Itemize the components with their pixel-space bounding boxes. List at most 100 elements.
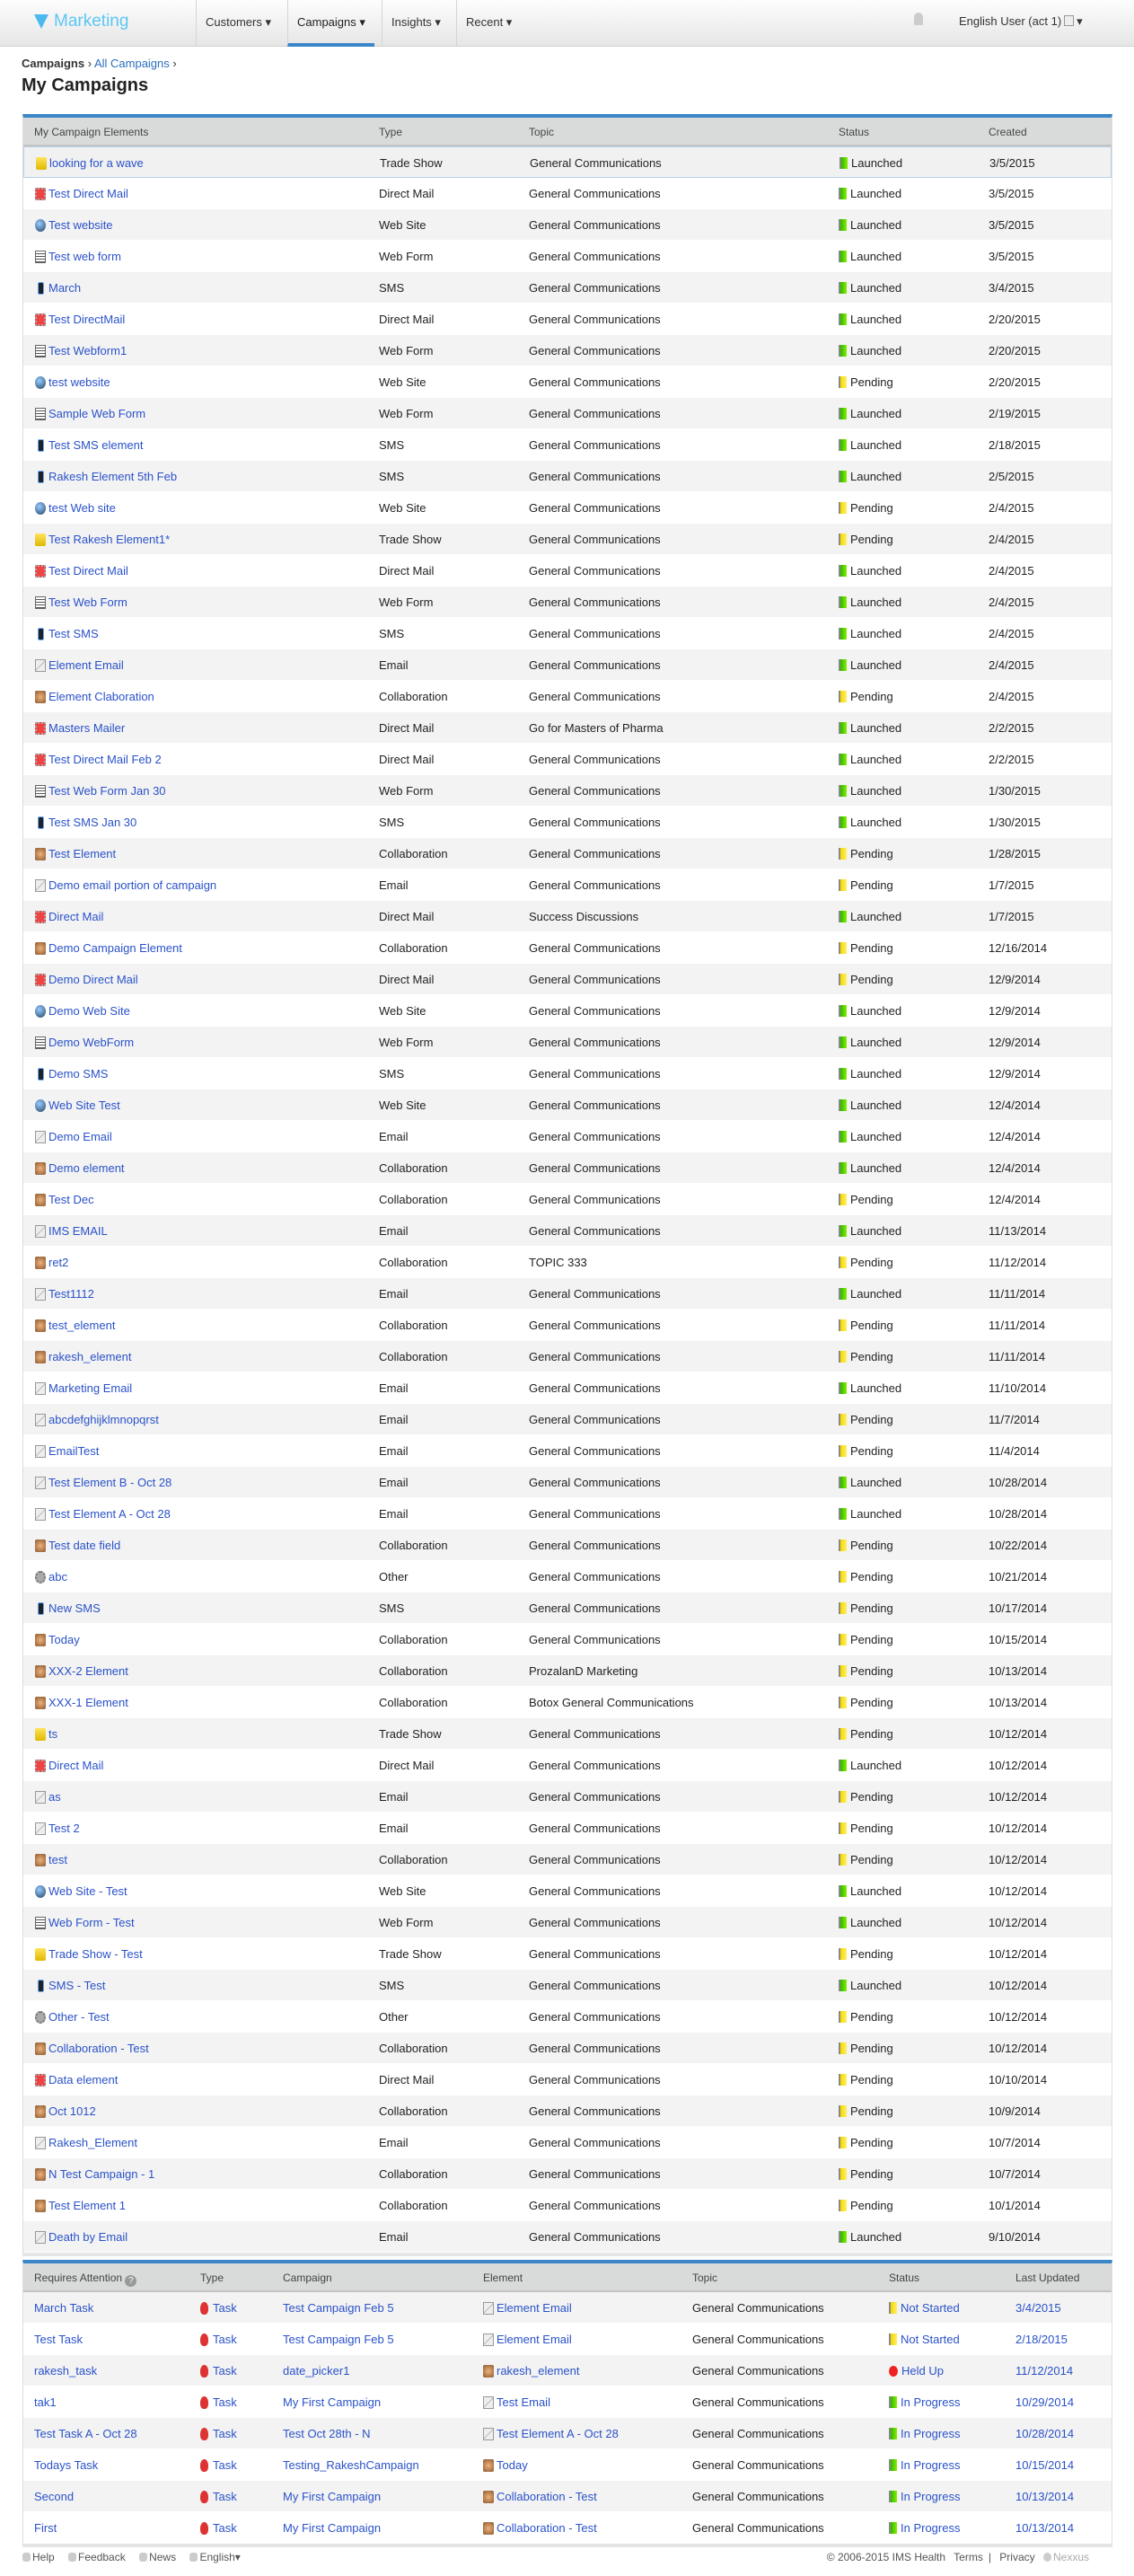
table-row[interactable]: Test website Web Site General Communicatio… (23, 209, 1112, 241)
campaign-link[interactable]: Test Campaign Feb 5 (283, 2324, 394, 2355)
table-row[interactable]: test Collaboration General Communications P… (23, 1844, 1112, 1875)
table-row[interactable]: Test 2 Email General Communications Pending… (23, 1813, 1112, 1844)
table-row[interactable]: Death by Email Email General Communication… (23, 2221, 1112, 2253)
table-row[interactable]: XXX-1 Element Collaboration Botox General … (23, 1687, 1112, 1718)
table-row[interactable]: Test Direct Mail Feb 2 Direct Mail General… (23, 744, 1112, 775)
element-link[interactable]: Rakesh Element 5th Feb (48, 470, 177, 483)
element-link[interactable]: Web Form - Test (48, 1916, 135, 1929)
privacy-link[interactable]: Privacy (999, 2551, 1034, 2563)
col-status-header[interactable]: Status (889, 2263, 919, 2292)
col-type-header[interactable]: Type (200, 2263, 224, 2292)
table-row[interactable]: Collaboration - Test Collaboration General… (23, 2033, 1112, 2064)
col-attention-header[interactable]: Requires Attention ? (34, 2263, 137, 2292)
table-row[interactable]: test Web site Web Site General Communicati… (23, 492, 1112, 524)
element-link[interactable]: test website (48, 375, 110, 389)
nav-customers[interactable]: Customers ▾ (196, 0, 280, 47)
col-updated-header[interactable]: Last Updated (1015, 2263, 1079, 2292)
table-row[interactable]: Test Webform1 Web Form General Communicati… (23, 335, 1112, 366)
table-row[interactable]: Rakesh Element 5th Feb SMS General Communi… (23, 461, 1112, 492)
table-row[interactable]: Demo WebForm Web Form General Communicatio… (23, 1027, 1112, 1058)
table-row[interactable]: Test SMS SMS General Communications Launche… (23, 618, 1112, 649)
table-row[interactable]: Test Element A - Oct 28 Email General Comm… (23, 1498, 1112, 1530)
element-link[interactable]: Rakesh_Element (48, 2136, 137, 2149)
attention-row[interactable]: First Task My First Campaign Collaboration … (23, 2512, 1112, 2544)
marketing-logo[interactable]: Marketing (34, 12, 128, 31)
element-link[interactable]: Element Email (497, 2301, 572, 2315)
element-link[interactable]: Test DirectMail (48, 313, 125, 326)
nav-campaigns[interactable]: Campaigns ▾ (287, 0, 374, 47)
table-row[interactable]: Masters Mailer Direct Mail Go for Masters … (23, 712, 1112, 744)
table-row[interactable]: rakesh_element Collaboration General Commu… (23, 1341, 1112, 1372)
table-row[interactable]: as Email General Communications Pending 10/1… (23, 1781, 1112, 1813)
element-link[interactable]: Oct 1012 (48, 2104, 96, 2118)
table-row[interactable]: Test Direct Mail Direct Mail General Commu… (23, 178, 1112, 209)
task-link[interactable]: Test Task A - Oct 28 (34, 2418, 137, 2449)
element-link[interactable]: Test Web Form (48, 595, 127, 609)
element-link[interactable]: Death by Email (48, 2230, 127, 2244)
task-link[interactable]: March Task (34, 2292, 93, 2324)
language-select[interactable]: English▾ (189, 2551, 245, 2563)
col-created-header[interactable]: Created (989, 118, 1027, 146)
campaign-link[interactable]: date_picker1 (283, 2355, 349, 2386)
task-link[interactable]: Second (34, 2481, 74, 2512)
table-row[interactable]: Direct Mail Direct Mail General Communicat… (23, 1750, 1112, 1781)
table-row[interactable]: Web Site - Test Web Site General Communica… (23, 1875, 1112, 1907)
table-row[interactable]: Rakesh_Element Email General Communication… (23, 2127, 1112, 2158)
table-row[interactable]: ret2 Collaboration TOPIC 333 Pending 11/12/2… (23, 1247, 1112, 1278)
col-campaign-header[interactable]: Campaign (283, 2263, 332, 2292)
task-link[interactable]: Test Task (34, 2324, 83, 2355)
element-link[interactable]: ret2 (48, 1256, 68, 1269)
element-link[interactable]: Demo Direct Mail (48, 973, 138, 986)
table-row[interactable]: Test SMS element SMS General Communication… (23, 429, 1112, 461)
table-row[interactable]: Sample Web Form Web Form General Communica… (23, 398, 1112, 429)
table-row[interactable]: Demo Email Email General Communications Lau… (23, 1121, 1112, 1152)
element-link[interactable]: March (48, 281, 81, 295)
table-row[interactable]: Other - Test Other General Communications P… (23, 2001, 1112, 2033)
table-row[interactable]: Oct 1012 Collaboration General Communicati… (23, 2095, 1112, 2127)
terms-link[interactable]: Terms (954, 2551, 983, 2563)
col-element-header[interactable]: Element (483, 2263, 523, 2292)
element-link[interactable]: Marketing Email (48, 1381, 132, 1395)
table-row[interactable]: Web Form - Test Web Form General Communica… (23, 1907, 1112, 1938)
element-link[interactable]: Data element (48, 2073, 118, 2086)
table-row[interactable]: Test date field Collaboration General Comm… (23, 1530, 1112, 1561)
element-link[interactable]: Element Email (497, 2333, 572, 2346)
element-link[interactable]: Test Dec (48, 1193, 94, 1206)
feedback-link[interactable]: Feedback (68, 2551, 131, 2563)
element-link[interactable]: Element Email (48, 658, 124, 672)
breadcrumb-all-campaigns[interactable]: All Campaigns (94, 57, 170, 70)
element-link[interactable]: N Test Campaign - 1 (48, 2167, 154, 2181)
attention-row[interactable]: rakesh_task Task date_picker1 rakesh_elemen… (23, 2355, 1112, 2386)
table-row[interactable]: ts Trade Show General Communications Pendin… (23, 1718, 1112, 1750)
element-link[interactable]: Today (48, 1633, 80, 1646)
element-link[interactable]: New SMS (48, 1601, 101, 1615)
element-link[interactable]: abcdefghijklmnopqrst (48, 1413, 159, 1426)
table-row[interactable]: Test Element 1 Collaboration General Commu… (23, 2190, 1112, 2221)
table-row[interactable]: abc Other General Communications Pending 10/… (23, 1561, 1112, 1592)
element-link[interactable]: XXX-2 Element (48, 1664, 128, 1678)
table-row[interactable]: Demo email portion of campaign Email Gener… (23, 869, 1112, 901)
element-link[interactable]: SMS - Test (48, 1979, 105, 1992)
element-link[interactable]: Web Site Test (48, 1098, 120, 1112)
element-link[interactable]: Test Webform1 (48, 344, 127, 357)
element-link[interactable]: Sample Web Form (48, 407, 145, 420)
attention-row[interactable]: Second Task My First Campaign Collaboration… (23, 2481, 1112, 2512)
element-link[interactable]: Test1112 (48, 1287, 94, 1301)
table-row[interactable]: Demo SMS SMS General Communications Launche… (23, 1058, 1112, 1090)
table-row[interactable]: Element Claboration Collaboration General … (23, 681, 1112, 712)
element-link[interactable]: Test web form (48, 250, 121, 263)
element-link[interactable]: Collaboration - Test (497, 2521, 597, 2535)
element-link[interactable]: test (48, 1853, 67, 1866)
element-link[interactable]: Today (497, 2458, 528, 2472)
col-topic-header[interactable]: Topic (529, 118, 554, 146)
table-row[interactable]: March SMS General Communications Launched 3/… (23, 272, 1112, 304)
table-row[interactable]: test_element Collaboration General Communi… (23, 1310, 1112, 1341)
element-link[interactable]: XXX-1 Element (48, 1696, 128, 1709)
element-link[interactable]: Element Claboration (48, 690, 154, 703)
campaign-link[interactable]: My First Campaign (283, 2512, 381, 2544)
table-row[interactable]: Demo element Collaboration General Communi… (23, 1152, 1112, 1184)
table-row[interactable]: Test Rakesh Element1* Trade Show General C… (23, 524, 1112, 555)
table-row[interactable]: Demo Campaign Element Collaboration Genera… (23, 932, 1112, 964)
element-link[interactable]: Demo Campaign Element (48, 941, 182, 955)
table-row[interactable]: abcdefghijklmnopqrst Email General Communi… (23, 1404, 1112, 1435)
